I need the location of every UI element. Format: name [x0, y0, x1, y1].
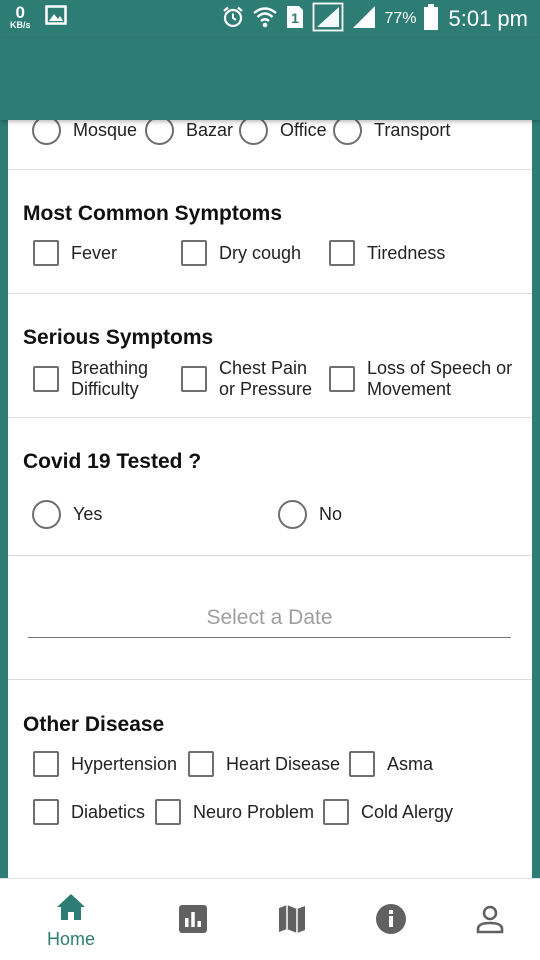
form-card: Mosque Bazar Office Transport Most Commo… [8, 120, 532, 878]
option-label: Cold Alergy [361, 801, 454, 822]
section-title: Serious Symptoms [23, 326, 214, 349]
option-label: Yes [73, 504, 103, 524]
section-title: Most Common Symptoms [23, 202, 283, 225]
svg-text:1: 1 [292, 10, 300, 26]
network-speed: 0 KB/s [10, 4, 31, 30]
map-icon [279, 905, 305, 933]
clock: 5:01 pm [448, 6, 529, 31]
radio-button[interactable] [32, 500, 61, 529]
option-label: Mosque [73, 120, 138, 140]
checkbox[interactable] [349, 751, 375, 777]
checkbox-tiredness[interactable]: Tiredness [329, 240, 445, 266]
checkbox[interactable] [33, 751, 59, 777]
checkbox-neuro-problem[interactable]: Neuro Problem [155, 799, 314, 825]
checkbox[interactable] [155, 799, 181, 825]
alarm-icon [221, 5, 245, 34]
places-section: Mosque Bazar Office Transport [8, 120, 532, 170]
checkbox[interactable] [181, 366, 207, 392]
checkbox-hypertension[interactable]: Hypertension [33, 751, 177, 777]
nav-map[interactable] [242, 879, 342, 960]
checkbox-cold-alergy[interactable]: Cold Alergy [323, 799, 453, 825]
option-label: Heart Disease [226, 753, 341, 774]
checkbox-breathing-difficulty[interactable]: Breathing Difficulty [33, 358, 148, 400]
radio-transport[interactable]: Transport [333, 120, 450, 145]
option-label: Loss of Speech or Movement [367, 358, 513, 399]
checkbox-chest-pain[interactable]: Chest Pain or Pressure [181, 358, 312, 400]
option-label: No [319, 504, 343, 524]
option-label: Chest Pain or Pressure [219, 358, 313, 399]
serious-symptoms-section: Serious Symptoms Breathing Difficulty Ch… [8, 294, 532, 418]
date-field[interactable]: Select a Date [28, 606, 511, 638]
status-bar: 0 KB/s 1 77% 5:01 pm [0, 0, 540, 38]
checkbox[interactable] [33, 799, 59, 825]
option-label: Neuro Problem [193, 801, 315, 822]
network-speed-value: 0 [15, 3, 25, 22]
radio-button[interactable] [145, 120, 174, 145]
radio-no[interactable]: No [278, 500, 342, 529]
checkbox-dry-cough[interactable]: Dry cough [181, 240, 301, 266]
option-label: Dry cough [219, 242, 302, 263]
checkbox[interactable] [33, 240, 59, 266]
covid-test-section: Covid 19 Tested ? Yes No [8, 418, 532, 556]
bar-chart-icon [179, 905, 207, 933]
date-section: Select a Date [8, 556, 532, 680]
section-title: Other Disease [23, 713, 165, 736]
nav-statistics[interactable] [143, 879, 243, 960]
home-icon [57, 894, 85, 920]
signal-icon [312, 2, 344, 37]
checkbox-loss-of-speech[interactable]: Loss of Speech or Movement [329, 358, 512, 400]
nav-label: Home [46, 929, 95, 949]
radio-yes[interactable]: Yes [32, 500, 102, 529]
radio-button[interactable] [32, 120, 61, 145]
network-speed-unit: KB/s [10, 20, 31, 30]
radio-button[interactable] [333, 120, 362, 145]
common-symptoms-section: Most Common Symptoms Fever Dry cough Tir… [8, 170, 532, 294]
option-label: Office [280, 120, 327, 140]
wifi-icon [252, 5, 278, 34]
radio-button[interactable] [239, 120, 268, 145]
nav-home[interactable]: Home [21, 879, 121, 960]
info-icon [376, 904, 406, 934]
battery-percent: 77% [384, 10, 417, 27]
nav-info[interactable] [341, 879, 441, 960]
radio-office[interactable]: Office [239, 120, 327, 145]
radio-bazar[interactable]: Bazar [145, 120, 233, 145]
radio-button[interactable] [278, 500, 307, 529]
nav-profile[interactable] [440, 879, 540, 960]
checkbox-diabetics[interactable]: Diabetics [33, 799, 145, 825]
checkbox[interactable] [329, 366, 355, 392]
signal-icon [351, 4, 377, 35]
radio-mosque[interactable]: Mosque [32, 120, 137, 145]
option-label: Transport [374, 120, 451, 140]
option-label: Diabetics [71, 801, 146, 822]
other-disease-section: Other Disease Hypertension Heart Disease… [8, 680, 532, 878]
form-scroll-area[interactable]: Mosque Bazar Office Transport Most Commo… [0, 120, 540, 878]
option-label: Bazar [186, 120, 234, 140]
option-label: Fever [71, 242, 118, 263]
option-label: Breathing Difficulty [71, 358, 149, 399]
option-label: Tiredness [367, 242, 446, 263]
checkbox-fever[interactable]: Fever [33, 240, 117, 266]
checkbox[interactable] [188, 751, 214, 777]
checkbox-heart-disease[interactable]: Heart Disease [188, 751, 340, 777]
sim-icon: 1 [285, 4, 305, 35]
image-icon [44, 4, 67, 31]
checkbox-asma[interactable]: Asma [349, 751, 433, 777]
checkbox[interactable] [181, 240, 207, 266]
checkbox[interactable] [33, 366, 59, 392]
option-label: Hypertension [71, 753, 178, 774]
option-label: Asma [387, 753, 434, 774]
checkbox[interactable] [323, 799, 349, 825]
checkbox[interactable] [329, 240, 355, 266]
person-icon [476, 905, 504, 934]
battery-icon [423, 3, 438, 35]
section-title: Covid 19 Tested ? [23, 450, 202, 473]
bottom-navigation: Home [0, 878, 540, 960]
app-bar [0, 38, 540, 120]
